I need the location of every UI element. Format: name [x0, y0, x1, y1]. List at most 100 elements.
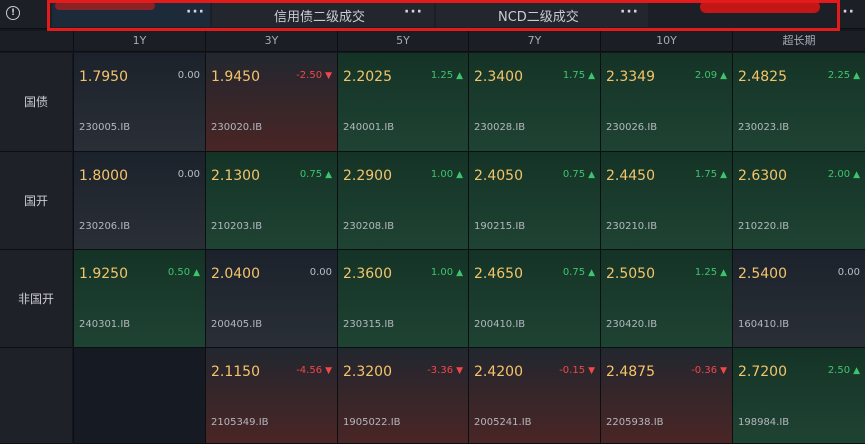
quote-cell[interactable]: 2.4050 0.75 ▲ 190215.IB: [468, 152, 600, 250]
yield-value: 2.4050: [474, 168, 523, 184]
quote-cell[interactable]: 2.1150 -4.56 ▼ 2105349.IB: [205, 348, 337, 444]
quote-cell[interactable]: 1.9250 0.50 ▲ 240301.IB: [73, 250, 205, 348]
yield-value: 2.2025: [343, 69, 392, 85]
change-number: 1.00: [430, 267, 454, 278]
change-number: 1.75: [694, 169, 718, 180]
triangle-up-icon: ▲: [456, 71, 463, 81]
bond-code: 230005.IB: [79, 122, 131, 133]
row-label: 非国开: [0, 250, 72, 348]
yield-value: 2.3200: [343, 364, 392, 380]
bond-code: 210203.IB: [211, 221, 263, 232]
triangle-down-icon: ▼: [325, 366, 332, 376]
change-value: 0.00: [178, 70, 200, 81]
bond-code: 200410.IB: [474, 319, 526, 330]
quote-cell[interactable]: 2.4200 -0.15 ▼ 2005241.IB: [468, 348, 600, 444]
quote-cell[interactable]: 2.4450 1.75 ▲ 230210.IB: [600, 152, 732, 250]
quote-cell[interactable]: 2.3400 1.75 ▲ 230028.IB: [468, 53, 600, 152]
row-label: [0, 348, 72, 444]
quote-cell[interactable]: 2.4825 2.25 ▲ 230023.IB: [732, 53, 865, 152]
quote-cell[interactable]: 2.4650 0.75 ▲ 200410.IB: [468, 250, 600, 348]
column-header[interactable]: 10Y: [600, 31, 732, 51]
triangle-down-icon: ▼: [588, 366, 595, 376]
yield-value: 2.1150: [211, 364, 260, 380]
bond-code: 198984.IB: [738, 417, 790, 428]
quote-cell[interactable]: 2.3200 -3.36 ▼ 1905022.IB: [337, 348, 468, 444]
quote-cell[interactable]: 2.3349 2.09 ▲ 230026.IB: [600, 53, 732, 152]
change-number: 1.75: [562, 70, 586, 81]
change-value: 2.09 ▲: [695, 70, 727, 81]
change-value: -4.56 ▼: [296, 365, 332, 376]
quote-cell[interactable]: [73, 348, 205, 444]
change-number: 0.50: [167, 267, 191, 278]
change-number: 0.75: [562, 169, 586, 180]
bond-code: 2005241.IB: [474, 417, 532, 428]
column-header[interactable]: 3Y: [205, 31, 337, 51]
change-value: 2.50 ▲: [828, 365, 860, 376]
quote-cell[interactable]: 1.9450 -2.50 ▼ 230020.IB: [205, 53, 337, 152]
change-value: 1.75 ▲: [695, 169, 727, 180]
quote-cell[interactable]: 2.6300 2.00 ▲ 210220.IB: [732, 152, 865, 250]
quote-cell[interactable]: 2.2025 1.25 ▲ 240001.IB: [337, 53, 468, 152]
column-header[interactable]: 7Y: [468, 31, 600, 51]
column-header[interactable]: 超长期: [732, 31, 865, 51]
bond-code: 230020.IB: [211, 122, 263, 133]
quote-cell[interactable]: 2.1300 0.75 ▲ 210203.IB: [205, 152, 337, 250]
yield-value: 1.8000: [79, 168, 128, 184]
yield-value: 2.4650: [474, 266, 523, 282]
quote-cell[interactable]: 2.4875 -0.36 ▼ 2205938.IB: [600, 348, 732, 444]
triangle-up-icon: ▲: [193, 268, 200, 278]
change-value: 1.75 ▲: [563, 70, 595, 81]
quote-cell[interactable]: 2.3600 1.00 ▲ 230315.IB: [337, 250, 468, 348]
yield-value: 1.9450: [211, 69, 260, 85]
quote-cell[interactable]: 2.7200 2.50 ▲ 198984.IB: [732, 348, 865, 444]
yield-value: 2.2900: [343, 168, 392, 184]
bond-code: 230028.IB: [474, 122, 526, 133]
bond-code: 210220.IB: [738, 221, 790, 232]
change-value: 0.00: [310, 267, 332, 278]
change-number: 2.50: [827, 365, 851, 376]
bond-code: 200405.IB: [211, 319, 263, 330]
quote-cell[interactable]: 2.5050 1.25 ▲ 230420.IB: [600, 250, 732, 348]
column-header-row: 1Y 3Y 5Y 7Y 10Y 超长期: [0, 31, 865, 52]
column-header[interactable]: 5Y: [337, 31, 468, 51]
quote-cell[interactable]: 2.2900 1.00 ▲ 230208.IB: [337, 152, 468, 250]
bond-code: 240001.IB: [343, 122, 395, 133]
info-icon[interactable]: !: [6, 6, 20, 20]
yield-value: 2.0400: [211, 266, 260, 282]
row-label: 国债: [0, 53, 72, 152]
triangle-up-icon: ▲: [588, 71, 595, 81]
triangle-up-icon: ▲: [853, 170, 860, 180]
triangle-up-icon: ▲: [720, 71, 727, 81]
change-number: -2.50: [296, 70, 323, 81]
triangle-up-icon: ▲: [456, 170, 463, 180]
yield-value: 2.7200: [738, 364, 787, 380]
yield-value: 2.4450: [606, 168, 655, 184]
quote-cell[interactable]: 2.0400 0.00 200405.IB: [205, 250, 337, 348]
change-number: -4.56: [296, 365, 323, 376]
column-header[interactable]: 1Y: [73, 31, 205, 51]
yield-value: 2.5050: [606, 266, 655, 282]
triangle-up-icon: ▲: [720, 268, 727, 278]
bond-code: 230315.IB: [343, 319, 395, 330]
quote-cell[interactable]: 1.8000 0.00 230206.IB: [73, 152, 205, 250]
change-number: 0.75: [562, 267, 586, 278]
yield-value: 2.4200: [474, 364, 523, 380]
yield-value: 2.5400: [738, 266, 787, 282]
yield-value: 2.3400: [474, 69, 523, 85]
triangle-up-icon: ▲: [456, 268, 463, 278]
change-value: 0.00: [838, 267, 860, 278]
yield-value: 1.7950: [79, 69, 128, 85]
triangle-down-icon: ▼: [325, 71, 332, 81]
change-value: -3.36 ▼: [427, 365, 463, 376]
change-value: 0.75 ▲: [300, 169, 332, 180]
bond-code: 230023.IB: [738, 122, 790, 133]
quote-cell[interactable]: 1.7950 0.00 230005.IB: [73, 53, 205, 152]
change-number: -0.15: [559, 365, 586, 376]
change-value: 1.00 ▲: [431, 267, 463, 278]
yield-value: 1.9250: [79, 266, 128, 282]
change-number: 1.25: [430, 70, 454, 81]
annotation-highlight: [47, 0, 840, 31]
change-number: -0.36: [691, 365, 718, 376]
triangle-up-icon: ▲: [325, 170, 332, 180]
quote-cell[interactable]: 2.5400 0.00 160410.IB: [732, 250, 865, 348]
